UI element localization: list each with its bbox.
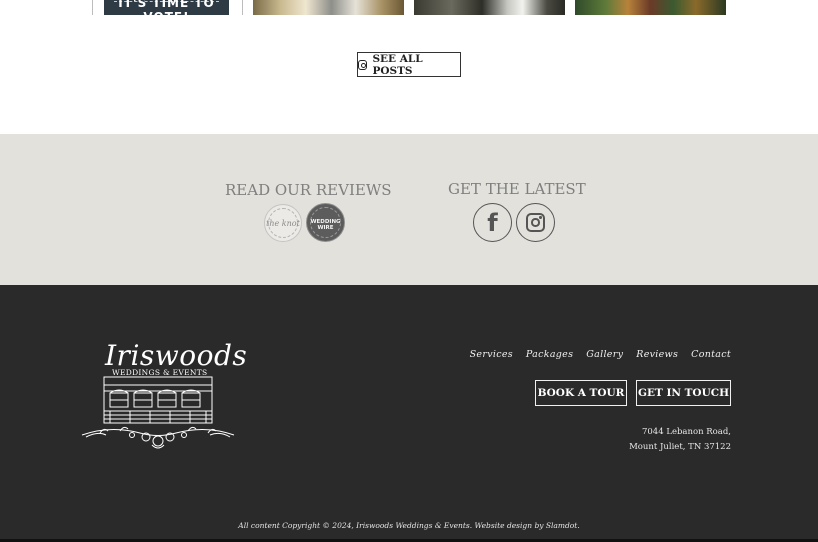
- footer-nav-gallery[interactable]: Gallery: [586, 349, 623, 360]
- copyright-notice: All content Copyright © 2024, Iriswoods …: [238, 521, 580, 530]
- reviews-social-band: READ OUR REVIEWS the knot WEDDING WIRE G…: [0, 134, 818, 285]
- instagram-lens: [531, 218, 540, 227]
- site-footer: Iriswoods WEDDINGS & EVENTS Services Pac…: [0, 285, 818, 542]
- venue-address: 7044 Lebanon Road, Mount Juliet, TN 3712…: [629, 425, 731, 455]
- wedding-wire-badge-line2: WIRE: [317, 224, 334, 231]
- latest-heading: GET THE LATEST: [448, 180, 586, 198]
- post-thumbnail[interactable]: [414, 0, 565, 15]
- get-in-touch-button[interactable]: GET IN TOUCH: [636, 380, 731, 406]
- wedding-wire-badge[interactable]: WEDDING WIRE: [306, 203, 345, 242]
- the-knot-badge-label: the knot: [266, 218, 300, 228]
- footer-nav: Services Packages Gallery Reviews Contac…: [470, 349, 731, 360]
- footer-nav-contact[interactable]: Contact: [691, 349, 731, 360]
- address-line1: 7044 Lebanon Road,: [641, 427, 731, 437]
- iriswoods-logo[interactable]: Iriswoods WEDDINGS & EVENTS: [80, 339, 247, 451]
- instagram-link[interactable]: [516, 203, 555, 242]
- see-all-posts-label: SEE ALL POSTS: [372, 52, 423, 77]
- footer-nav-services[interactable]: Services: [470, 349, 513, 360]
- post-thumbnail-text: IT'S TIME TO VOTE!: [118, 0, 215, 15]
- venue-building-illustration: [81, 376, 235, 449]
- footer-nav-reviews[interactable]: Reviews: [636, 349, 678, 360]
- reviews-heading: READ OUR REVIEWS: [225, 181, 392, 199]
- address-line2: Mount Juliet, TN 37122: [629, 442, 731, 452]
- the-knot-badge[interactable]: the knot: [264, 204, 302, 242]
- post-thumbnail-image: IT'S TIME TO VOTE!: [104, 0, 229, 15]
- post-thumbnail[interactable]: [253, 0, 404, 15]
- instagram-dot: [539, 216, 542, 219]
- facebook-icon: f: [487, 209, 498, 237]
- post-thumbnail[interactable]: IT'S TIME TO VOTE!: [92, 0, 243, 15]
- facebook-link[interactable]: f: [473, 203, 512, 242]
- footer-nav-packages[interactable]: Packages: [526, 349, 573, 360]
- instagram-icon: [358, 59, 368, 70]
- post-thumbnail[interactable]: [575, 0, 726, 15]
- instagram-icon: [526, 213, 545, 232]
- book-a-tour-button[interactable]: BOOK A TOUR: [535, 380, 627, 406]
- recent-posts-strip: IT'S TIME TO VOTE!: [0, 0, 818, 16]
- see-all-posts-button[interactable]: SEE ALL POSTS: [357, 52, 461, 77]
